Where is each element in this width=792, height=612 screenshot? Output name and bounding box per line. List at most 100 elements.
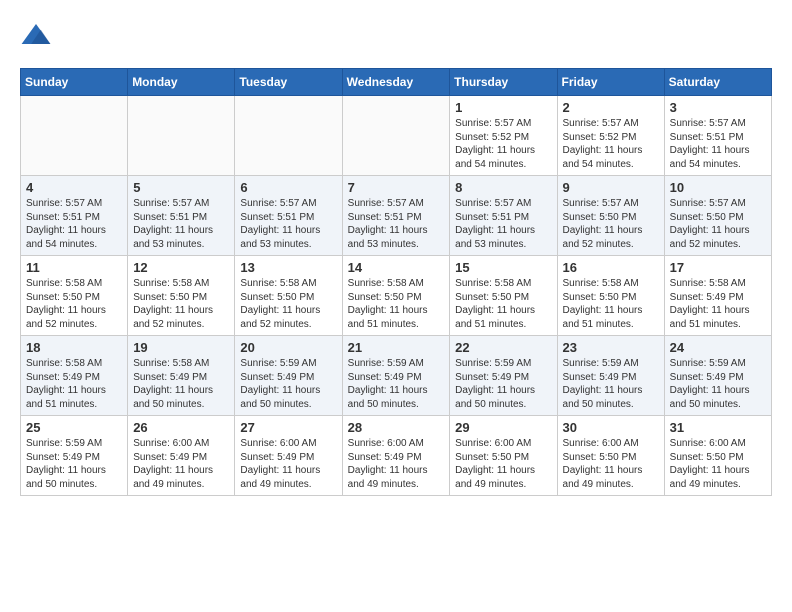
day-number: 10 (670, 180, 766, 195)
day-info: Sunrise: 5:57 AM Sunset: 5:51 PM Dayligh… (240, 197, 336, 251)
calendar-day-header: Monday (128, 69, 235, 96)
day-number: 11 (26, 260, 122, 275)
day-info: Sunrise: 6:00 AM Sunset: 5:49 PM Dayligh… (348, 437, 445, 491)
day-number: 16 (563, 260, 659, 275)
calendar-day-cell: 19Sunrise: 5:58 AM Sunset: 5:49 PM Dayli… (128, 336, 235, 416)
day-info: Sunrise: 5:59 AM Sunset: 5:49 PM Dayligh… (26, 437, 122, 491)
day-number: 12 (133, 260, 229, 275)
calendar-day-cell: 23 Sunrise: 5:59 AM Sunset: 5:49 PM Dayli… (557, 336, 664, 416)
day-number: 30 (563, 420, 659, 435)
calendar-day-cell (128, 96, 235, 176)
calendar-day-header: Tuesday (235, 69, 342, 96)
calendar-day-cell: 9 Sunrise: 5:57 AM Sunset: 5:50 PM Daylig… (557, 176, 664, 256)
calendar-week-row: 11 Sunrise: 5:58 AM Sunset: 5:50 PM Dayli… (21, 256, 772, 336)
calendar-day-cell: 4Sunrise: 5:57 AM Sunset: 5:51 PM Daylig… (21, 176, 128, 256)
day-info: Sunrise: 6:00 AM Sunset: 5:50 PM Dayligh… (670, 437, 766, 491)
day-info: Sunrise: 5:58 AM Sunset: 5:50 PM Dayligh… (455, 277, 551, 331)
calendar-day-cell: 1Sunrise: 5:57 AM Sunset: 5:52 PM Daylig… (450, 96, 557, 176)
calendar-day-cell (21, 96, 128, 176)
calendar-week-row: 18 Sunrise: 5:58 AM Sunset: 5:49 PM Dayli… (21, 336, 772, 416)
page-header (20, 20, 772, 52)
day-info: Sunrise: 5:57 AM Sunset: 5:51 PM Dayligh… (455, 197, 551, 251)
day-info: Sunrise: 5:58 AM Sunset: 5:49 PM Dayligh… (670, 277, 766, 331)
logo-icon (20, 20, 52, 52)
day-info: Sunrise: 5:58 AM Sunset: 5:50 PM Dayligh… (348, 277, 445, 331)
calendar-table: SundayMondayTuesdayWednesdayThursdayFrid… (20, 68, 772, 496)
calendar-day-cell: 24Sunrise: 5:59 AM Sunset: 5:49 PM Dayli… (664, 336, 771, 416)
day-number: 15 (455, 260, 551, 275)
day-number: 31 (670, 420, 766, 435)
day-info: Sunrise: 5:57 AM Sunset: 5:52 PM Dayligh… (563, 117, 659, 171)
calendar-day-cell: 6 Sunrise: 5:57 AM Sunset: 5:51 PM Daylig… (235, 176, 342, 256)
logo (20, 20, 56, 52)
calendar-day-cell (235, 96, 342, 176)
calendar-week-row: 25 Sunrise: 5:59 AM Sunset: 5:49 PM Dayli… (21, 416, 772, 496)
calendar-day-cell: 13 Sunrise: 5:58 AM Sunset: 5:50 PM Dayli… (235, 256, 342, 336)
calendar-day-cell: 2 Sunrise: 5:57 AM Sunset: 5:52 PM Daylig… (557, 96, 664, 176)
calendar-day-cell: 18 Sunrise: 5:58 AM Sunset: 5:49 PM Dayli… (21, 336, 128, 416)
day-number: 23 (563, 340, 659, 355)
day-info: Sunrise: 6:00 AM Sunset: 5:49 PM Dayligh… (133, 437, 229, 491)
calendar-day-cell: 12 Sunrise: 5:58 AM Sunset: 5:50 PM Dayli… (128, 256, 235, 336)
day-info: Sunrise: 5:57 AM Sunset: 5:50 PM Dayligh… (563, 197, 659, 251)
day-number: 2 (563, 100, 659, 115)
calendar-day-cell: 29 Sunrise: 6:00 AM Sunset: 5:50 PM Dayli… (450, 416, 557, 496)
calendar-day-cell: 28 Sunrise: 6:00 AM Sunset: 5:49 PM Dayli… (342, 416, 450, 496)
calendar-week-row: 4Sunrise: 5:57 AM Sunset: 5:51 PM Daylig… (21, 176, 772, 256)
day-number: 17 (670, 260, 766, 275)
day-info: Sunrise: 5:57 AM Sunset: 5:51 PM Dayligh… (26, 197, 122, 251)
calendar-day-cell: 14 Sunrise: 5:58 AM Sunset: 5:50 PM Dayli… (342, 256, 450, 336)
calendar-day-cell: 5 Sunrise: 5:57 AM Sunset: 5:51 PM Daylig… (128, 176, 235, 256)
day-number: 5 (133, 180, 229, 195)
day-number: 29 (455, 420, 551, 435)
day-number: 3 (670, 100, 766, 115)
calendar-day-cell: 21Sunrise: 5:59 AM Sunset: 5:49 PM Dayli… (342, 336, 450, 416)
day-number: 24 (670, 340, 766, 355)
day-number: 27 (240, 420, 336, 435)
day-number: 20 (240, 340, 336, 355)
day-info: Sunrise: 5:57 AM Sunset: 5:51 PM Dayligh… (133, 197, 229, 251)
calendar-day-cell (342, 96, 450, 176)
day-number: 14 (348, 260, 445, 275)
day-number: 6 (240, 180, 336, 195)
calendar-day-header: Sunday (21, 69, 128, 96)
calendar-day-cell: 3 Sunrise: 5:57 AM Sunset: 5:51 PM Daylig… (664, 96, 771, 176)
day-info: Sunrise: 5:57 AM Sunset: 5:52 PM Dayligh… (455, 117, 551, 171)
day-info: Sunrise: 5:58 AM Sunset: 5:49 PM Dayligh… (26, 357, 122, 411)
day-number: 28 (348, 420, 445, 435)
day-info: Sunrise: 5:59 AM Sunset: 5:49 PM Dayligh… (563, 357, 659, 411)
calendar-day-cell: 10 Sunrise: 5:57 AM Sunset: 5:50 PM Dayli… (664, 176, 771, 256)
day-info: Sunrise: 5:58 AM Sunset: 5:50 PM Dayligh… (563, 277, 659, 331)
day-info: Sunrise: 6:00 AM Sunset: 5:50 PM Dayligh… (455, 437, 551, 491)
day-info: Sunrise: 5:58 AM Sunset: 5:50 PM Dayligh… (240, 277, 336, 331)
day-number: 13 (240, 260, 336, 275)
day-number: 9 (563, 180, 659, 195)
calendar-day-cell: 11 Sunrise: 5:58 AM Sunset: 5:50 PM Dayli… (21, 256, 128, 336)
calendar-header-row: SundayMondayTuesdayWednesdayThursdayFrid… (21, 69, 772, 96)
calendar-day-cell: 8Sunrise: 5:57 AM Sunset: 5:51 PM Daylig… (450, 176, 557, 256)
calendar-day-header: Friday (557, 69, 664, 96)
day-info: Sunrise: 5:58 AM Sunset: 5:50 PM Dayligh… (133, 277, 229, 331)
day-info: Sunrise: 5:58 AM Sunset: 5:50 PM Dayligh… (26, 277, 122, 331)
calendar-day-cell: 22Sunrise: 5:59 AM Sunset: 5:49 PM Dayli… (450, 336, 557, 416)
day-info: Sunrise: 5:57 AM Sunset: 5:51 PM Dayligh… (670, 117, 766, 171)
day-number: 22 (455, 340, 551, 355)
calendar-day-cell: 17 Sunrise: 5:58 AM Sunset: 5:49 PM Dayli… (664, 256, 771, 336)
day-number: 18 (26, 340, 122, 355)
calendar-day-cell: 7Sunrise: 5:57 AM Sunset: 5:51 PM Daylig… (342, 176, 450, 256)
calendar-day-cell: 16 Sunrise: 5:58 AM Sunset: 5:50 PM Dayli… (557, 256, 664, 336)
calendar-day-cell: 31 Sunrise: 6:00 AM Sunset: 5:50 PM Dayli… (664, 416, 771, 496)
calendar-day-header: Saturday (664, 69, 771, 96)
calendar-day-header: Wednesday (342, 69, 450, 96)
day-info: Sunrise: 5:59 AM Sunset: 5:49 PM Dayligh… (240, 357, 336, 411)
calendar-day-cell: 26Sunrise: 6:00 AM Sunset: 5:49 PM Dayli… (128, 416, 235, 496)
calendar-week-row: 1Sunrise: 5:57 AM Sunset: 5:52 PM Daylig… (21, 96, 772, 176)
day-info: Sunrise: 5:57 AM Sunset: 5:50 PM Dayligh… (670, 197, 766, 251)
day-number: 25 (26, 420, 122, 435)
calendar-day-header: Thursday (450, 69, 557, 96)
calendar-day-cell: 27 Sunrise: 6:00 AM Sunset: 5:49 PM Dayli… (235, 416, 342, 496)
day-info: Sunrise: 5:57 AM Sunset: 5:51 PM Dayligh… (348, 197, 445, 251)
day-info: Sunrise: 6:00 AM Sunset: 5:50 PM Dayligh… (563, 437, 659, 491)
calendar-day-cell: 20 Sunrise: 5:59 AM Sunset: 5:49 PM Dayli… (235, 336, 342, 416)
day-info: Sunrise: 6:00 AM Sunset: 5:49 PM Dayligh… (240, 437, 336, 491)
